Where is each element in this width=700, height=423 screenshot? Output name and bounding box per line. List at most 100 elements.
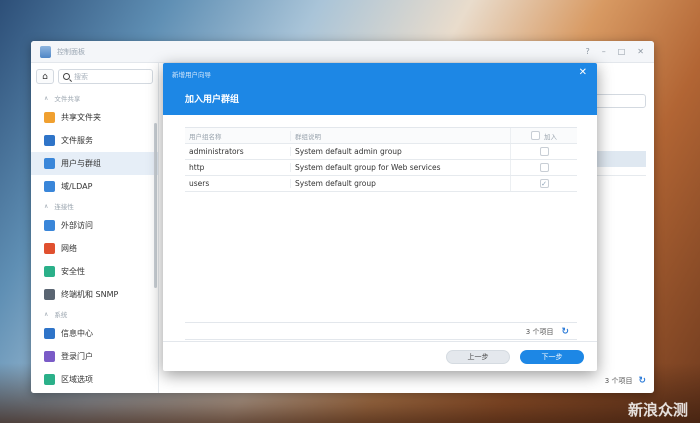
home-icon: ⌂ [42, 71, 48, 82]
info-icon [44, 328, 55, 339]
chevron-up-icon: ∧ [44, 94, 49, 102]
background-refresh-icon[interactable]: ↻ [638, 376, 646, 386]
item-count: 3 个项目 [525, 327, 554, 336]
close-icon[interactable]: ✕ [637, 47, 644, 56]
background-filter-input[interactable] [592, 94, 646, 108]
sidebar-nav: ∧ 文件共享共享文件夹文件服务用户与群组域/LDAP ∧ 连接性外部访问网络安全性终端… [31, 90, 158, 391]
sidebar-item[interactable]: 信息中心 [31, 322, 158, 345]
sidebar-item[interactable]: 域/LDAP [31, 175, 158, 198]
dialog-close-icon[interactable]: ✕ [579, 67, 587, 78]
table-footer: 3 个项目 ↻ [185, 322, 577, 340]
help-icon[interactable]: ? [585, 47, 589, 56]
sidebar-item[interactable]: 用户与群组 [31, 152, 158, 175]
group-description-cell: System default admin group [290, 147, 510, 156]
sidebar-item[interactable]: 安全性 [31, 260, 158, 283]
sidebar-item-label: 信息中心 [61, 329, 93, 338]
join-checkbox[interactable] [539, 163, 549, 172]
dialog-footer: 上一步 下一步 [163, 341, 597, 371]
join-cell: ✓ [510, 176, 577, 191]
sidebar-item-label: 域/LDAP [61, 182, 93, 191]
sidebar-item-label: 用户与群组 [61, 159, 101, 168]
network-icon [44, 243, 55, 254]
security-shield-icon [44, 266, 55, 277]
regional-icon [44, 374, 55, 385]
group-description-cell: System default group [290, 179, 510, 188]
search-input[interactable]: 搜索 [58, 69, 153, 84]
table-row[interactable]: administrators System default admin group [185, 144, 577, 160]
sidebar-item[interactable]: 外部访问 [31, 214, 158, 237]
sidebar-item-label: 终端机和 SNMP [61, 290, 119, 299]
search-icon [63, 73, 70, 80]
join-checkbox[interactable] [539, 147, 549, 156]
chevron-up-icon: ∧ [44, 202, 49, 210]
login-portal-icon [44, 351, 55, 362]
terminal-icon [44, 289, 55, 300]
select-all-checkbox[interactable] [531, 131, 540, 140]
external-access-icon [44, 220, 55, 231]
sidebar-item[interactable]: 共享文件夹 [31, 106, 158, 129]
sidebar-item[interactable]: 登录门户 [31, 345, 158, 368]
background-item-count: 3 个项目 [604, 377, 633, 385]
sidebar-section-header[interactable]: ∧ 连接性 [31, 198, 158, 214]
join-checkbox[interactable]: ✓ [539, 179, 549, 188]
join-cell [510, 160, 577, 175]
file-services-icon [44, 135, 55, 146]
group-name-cell: users [189, 179, 210, 188]
sidebar-item-label: 文件服务 [61, 136, 93, 145]
maximize-icon[interactable]: □ [618, 47, 626, 56]
sidebar-item-label: 共享文件夹 [61, 113, 101, 122]
sidebar-item[interactable]: 区域选项 [31, 368, 158, 391]
sidebar-item-label: 网络 [61, 244, 77, 253]
dialog-header: 新增用户向导 ✕ 加入用户群组 [163, 63, 597, 115]
sidebar-item-label: 区域选项 [61, 375, 93, 384]
window-controls: ? – □ ✕ [585, 47, 654, 56]
users-icon [44, 158, 55, 169]
sidebar-section-label: 系统 [54, 311, 68, 319]
table-header: 用户组名称 群组说明 加入 [185, 128, 577, 144]
group-name-cell: administrators [189, 147, 244, 156]
sidebar-section-label: 文件共享 [54, 95, 81, 103]
table-row[interactable]: users System default group ✓ [185, 176, 577, 192]
dialog-small-title: 新增用户向导 [172, 71, 211, 79]
join-column-label: 加入 [544, 132, 557, 141]
group-name-cell: http [189, 163, 205, 172]
minimize-icon[interactable]: – [602, 47, 606, 56]
control-panel-icon [40, 45, 51, 58]
background-footer: 3 个项目 ↻ [605, 376, 646, 386]
next-button[interactable]: 下一步 [520, 349, 584, 364]
sidebar-item-label: 安全性 [61, 267, 85, 276]
sidebar-item-label: 登录门户 [61, 352, 93, 361]
join-cell [510, 144, 577, 159]
table-row[interactable]: http System default group for Web service… [185, 160, 577, 176]
sidebar-item[interactable]: 网络 [31, 237, 158, 260]
sidebar-item[interactable]: 终端机和 SNMP [31, 283, 158, 306]
column-header-description[interactable]: 群组说明 [290, 130, 510, 141]
domain-icon [44, 181, 55, 192]
table-body: administrators System default admin group… [185, 144, 577, 192]
sidebar-item-label: 外部访问 [61, 221, 93, 230]
add-user-wizard-dialog: 新增用户向导 ✕ 加入用户群组 用户组名称 群组说明 加入 administra… [163, 63, 597, 371]
watermark-logo: 新浪众测 [627, 401, 688, 419]
background-row-divider [592, 175, 646, 176]
column-header-join[interactable]: 加入 [510, 128, 577, 143]
sidebar-toolbar: ⌂ 搜索 [31, 63, 158, 90]
background-selected-row[interactable] [592, 151, 646, 167]
sidebar: ⌂ 搜索 ∧ 文件共享共享文件夹文件服务用户与群组域/LDAP ∧ 连接性外部访问网络… [31, 63, 159, 393]
sidebar-section-label: 连接性 [54, 203, 74, 211]
column-header-name[interactable]: 用户组名称 [185, 131, 290, 141]
dialog-title: 加入用户群组 [185, 95, 240, 105]
group-description-cell: System default group for Web services [290, 163, 510, 172]
window-titlebar[interactable]: 控制面板 ? – □ ✕ [31, 41, 654, 63]
chevron-up-icon: ∧ [44, 310, 49, 318]
home-button[interactable]: ⌂ [36, 69, 54, 84]
previous-button[interactable]: 上一步 [446, 349, 510, 364]
sidebar-section-header[interactable]: ∧ 系统 [31, 306, 158, 322]
group-table: 用户组名称 群组说明 加入 administrators System defau… [185, 127, 577, 340]
sidebar-section-header[interactable]: ∧ 文件共享 [31, 90, 158, 106]
folder-share-icon [44, 112, 55, 123]
refresh-icon[interactable]: ↻ [561, 327, 569, 337]
sidebar-scrollbar[interactable] [154, 123, 157, 288]
search-placeholder: 搜索 [74, 72, 88, 81]
window-title: 控制面板 [57, 47, 85, 56]
sidebar-item[interactable]: 文件服务 [31, 129, 158, 152]
